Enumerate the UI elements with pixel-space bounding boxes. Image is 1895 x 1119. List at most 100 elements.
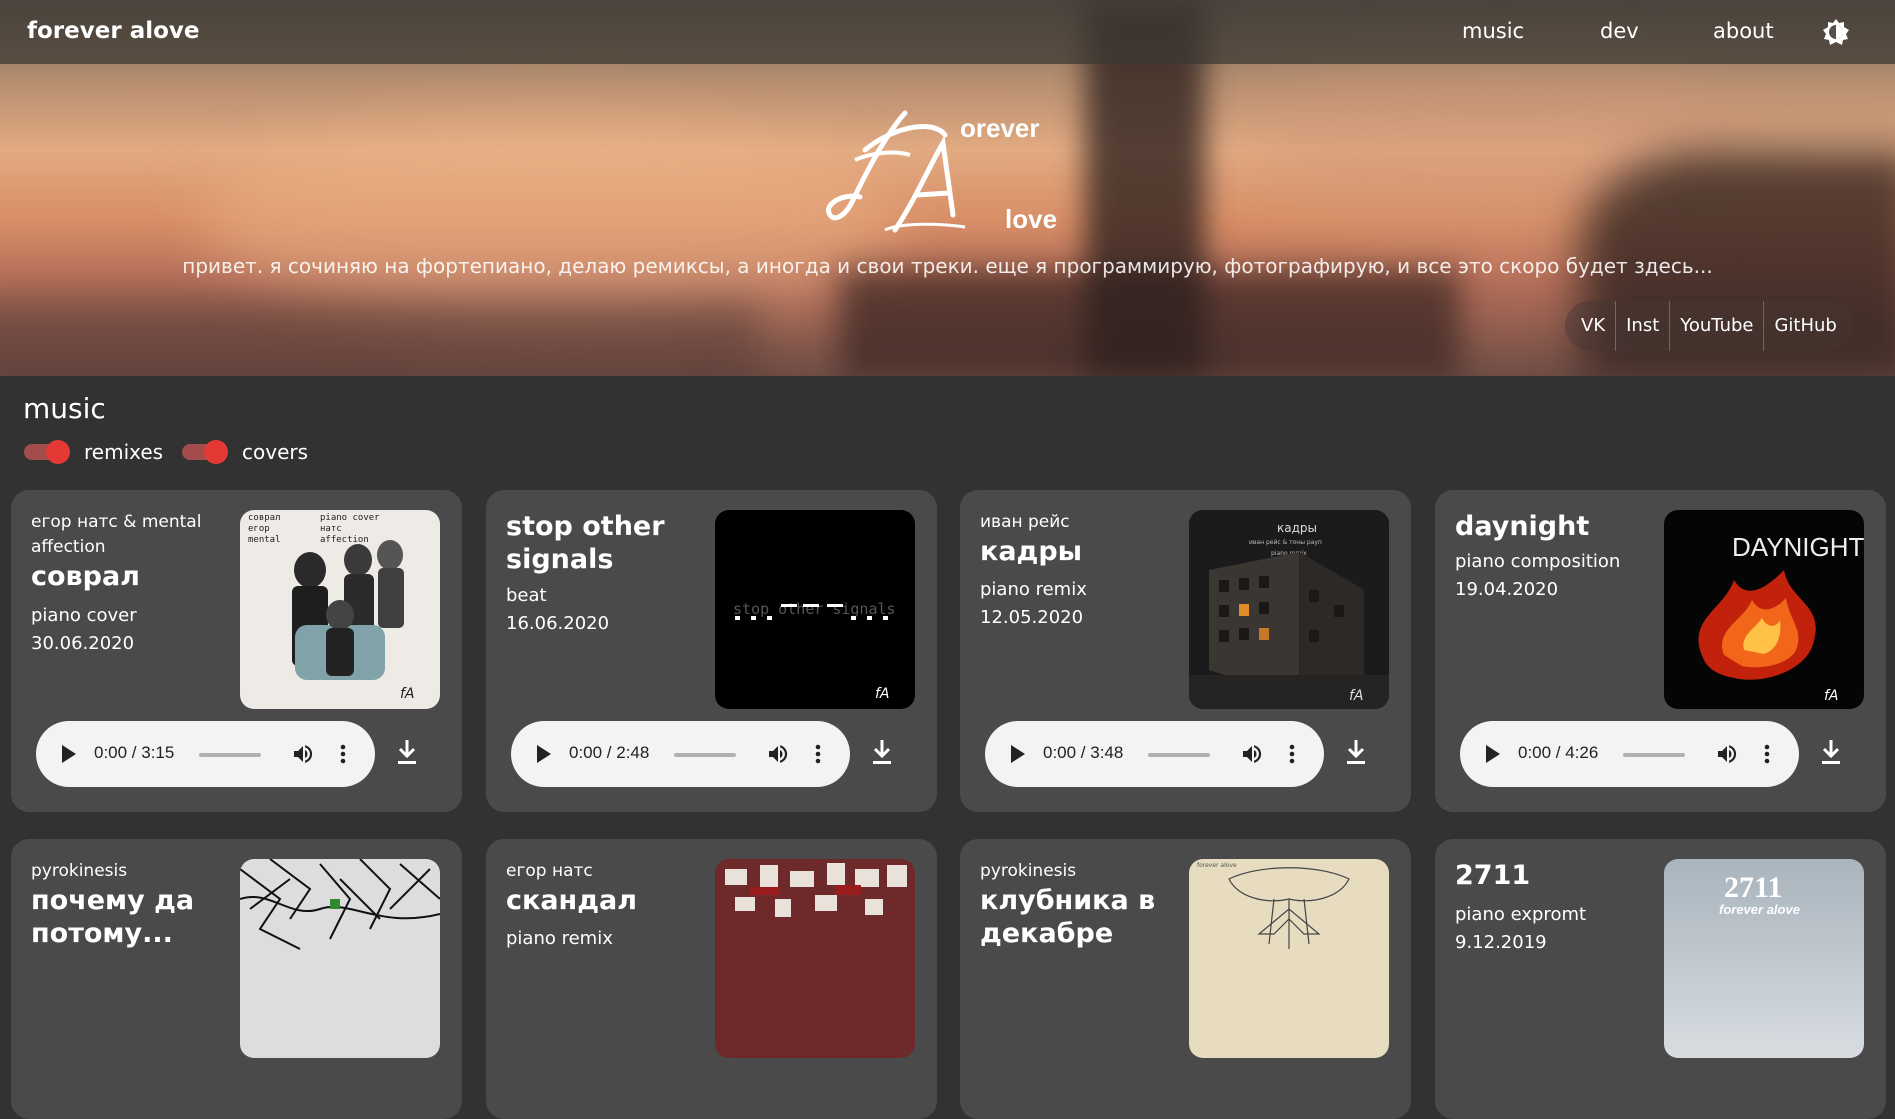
volume-icon[interactable] bbox=[291, 742, 315, 766]
track-date: 19.04.2020 bbox=[1455, 579, 1559, 600]
audio-progress-bar[interactable] bbox=[1148, 753, 1210, 757]
nav-about[interactable]: about bbox=[1713, 19, 1774, 43]
track-artist: егор натс & mental affection bbox=[31, 512, 202, 557]
track-artist: pyrokinesis bbox=[31, 861, 128, 881]
volume-icon[interactable] bbox=[1240, 742, 1264, 766]
svg-text:иван рейс & тоны рауп: иван рейс & тоны рауп bbox=[1249, 539, 1322, 546]
svg-text:fA: fA bbox=[400, 686, 415, 702]
track-title: почему да потому... bbox=[31, 885, 195, 949]
track-kind: beat bbox=[506, 585, 547, 606]
social-links: VK Inst YouTube GitHub bbox=[1565, 301, 1853, 351]
audio-player[interactable]: 0:00 / 4:26 bbox=[1460, 721, 1799, 787]
album-cover: 2711 forever alove bbox=[1664, 859, 1864, 1058]
audio-progress-bar[interactable] bbox=[1623, 753, 1685, 757]
track-title: stop other signals bbox=[506, 511, 665, 575]
track-date: 16.06.2020 bbox=[506, 613, 610, 634]
svg-text:натс: натс bbox=[320, 524, 342, 534]
audio-progress-bar[interactable] bbox=[674, 753, 736, 757]
download-icon[interactable] bbox=[1819, 738, 1843, 766]
top-navbar: forever alove music dev about bbox=[0, 0, 1895, 64]
audio-player[interactable]: 0:00 / 2:48 bbox=[511, 721, 850, 787]
remixes-label: remixes bbox=[84, 440, 164, 464]
track-kind: piano remix bbox=[506, 928, 613, 949]
social-vk[interactable]: VK bbox=[1571, 301, 1617, 351]
svg-text:forever alove: forever alove bbox=[1719, 902, 1800, 917]
music-section-title: music bbox=[23, 392, 106, 425]
download-icon[interactable] bbox=[870, 738, 894, 766]
audio-progress-bar[interactable] bbox=[199, 753, 261, 757]
more-options-icon[interactable] bbox=[1288, 742, 1296, 766]
audio-time: 0:00 / 4:26 bbox=[1518, 743, 1599, 762]
filter-remixes[interactable]: remixes bbox=[24, 438, 163, 466]
play-icon[interactable] bbox=[537, 745, 551, 763]
track-title: соврал bbox=[31, 561, 140, 592]
track-card: егор натс скандал piano remix bbox=[486, 839, 937, 1119]
play-icon[interactable] bbox=[1486, 745, 1500, 763]
volume-icon[interactable] bbox=[766, 742, 790, 766]
social-inst[interactable]: Inst bbox=[1616, 301, 1671, 351]
covers-label: covers bbox=[242, 440, 309, 464]
audio-player[interactable]: 0:00 / 3:48 bbox=[985, 721, 1324, 787]
audio-time: 0:00 / 3:48 bbox=[1043, 743, 1124, 762]
track-date: 30.06.2020 bbox=[31, 633, 135, 654]
download-icon[interactable] bbox=[395, 738, 419, 766]
play-icon[interactable] bbox=[1011, 745, 1025, 763]
more-options-icon[interactable] bbox=[339, 742, 347, 766]
svg-text:соврал: соврал bbox=[248, 513, 281, 523]
svg-text:orever: orever bbox=[960, 113, 1040, 143]
social-youtube[interactable]: YouTube bbox=[1670, 301, 1765, 351]
track-kind: piano expromt bbox=[1455, 904, 1587, 925]
download-icon[interactable] bbox=[1344, 738, 1368, 766]
track-date: 9.12.2019 bbox=[1455, 932, 1547, 953]
track-card: pyrokinesis клубника в декабре forever a… bbox=[960, 839, 1411, 1119]
theme-toggle-icon[interactable] bbox=[1823, 19, 1849, 45]
play-icon[interactable] bbox=[62, 745, 76, 763]
album-cover: соврал егор mental piano cover натс affe… bbox=[240, 510, 440, 709]
social-github[interactable]: GitHub bbox=[1764, 301, 1846, 351]
album-cover bbox=[240, 859, 440, 1058]
track-card: daynight piano composition 19.04.2020 DA… bbox=[1435, 490, 1886, 812]
audio-player[interactable]: 0:00 / 3:15 bbox=[36, 721, 375, 787]
album-cover: stop other signals fA bbox=[715, 510, 915, 709]
track-card: иван рейс кадры piano remix 12.05.2020 к… bbox=[960, 490, 1411, 812]
remixes-switch[interactable] bbox=[24, 438, 70, 466]
album-cover bbox=[715, 859, 915, 1058]
track-title: 2711 bbox=[1455, 860, 1531, 891]
volume-icon[interactable] bbox=[1715, 742, 1739, 766]
covers-switch[interactable] bbox=[182, 438, 228, 466]
svg-text:piano cover: piano cover bbox=[320, 513, 380, 523]
track-kind: piano remix bbox=[980, 579, 1087, 600]
track-card: stop other signals beat 16.06.2020 stop … bbox=[486, 490, 937, 812]
svg-text:stop other signals: stop other signals bbox=[733, 600, 896, 618]
audio-time: 0:00 / 2:48 bbox=[569, 743, 650, 762]
nav-dev[interactable]: dev bbox=[1600, 19, 1639, 43]
audio-time: 0:00 / 3:15 bbox=[94, 743, 175, 762]
nav-music[interactable]: music bbox=[1462, 19, 1524, 43]
track-title: скандал bbox=[506, 885, 638, 916]
more-options-icon[interactable] bbox=[814, 742, 822, 766]
track-title: клубника в декабре bbox=[980, 885, 1156, 949]
album-cover: кадры иван рейс & тоны рауп piano remix … bbox=[1189, 510, 1389, 709]
svg-text:fA: fA bbox=[1824, 688, 1839, 704]
album-cover: DAYNIGHT fA bbox=[1664, 510, 1864, 709]
svg-text:affection: affection bbox=[320, 535, 369, 545]
filter-covers[interactable]: covers bbox=[182, 438, 308, 466]
more-options-icon[interactable] bbox=[1763, 742, 1771, 766]
track-card: 2711 piano expromt 9.12.2019 2711 foreve… bbox=[1435, 839, 1886, 1119]
svg-text:fA: fA bbox=[1349, 688, 1364, 704]
svg-text:forever alove: forever alove bbox=[1197, 862, 1237, 869]
svg-text:DAYNIGHT: DAYNIGHT bbox=[1732, 532, 1864, 562]
svg-text:love: love bbox=[1005, 204, 1057, 234]
brand-logo[interactable]: forever alove bbox=[27, 18, 200, 44]
track-title: daynight bbox=[1455, 511, 1590, 542]
track-kind: piano composition bbox=[1455, 551, 1621, 572]
svg-text:кадры: кадры bbox=[1277, 521, 1317, 535]
track-artist: егор натс bbox=[506, 861, 593, 881]
hero-tagline: привет. я сочиняю на фортепиано, делаю р… bbox=[182, 254, 1713, 278]
track-artist: иван рейс bbox=[980, 512, 1070, 532]
svg-text:егор: егор bbox=[248, 524, 270, 534]
track-title: кадры bbox=[980, 536, 1083, 567]
track-kind: piano cover bbox=[31, 605, 137, 626]
svg-text:2711: 2711 bbox=[1724, 871, 1782, 904]
track-date: 12.05.2020 bbox=[980, 607, 1084, 628]
